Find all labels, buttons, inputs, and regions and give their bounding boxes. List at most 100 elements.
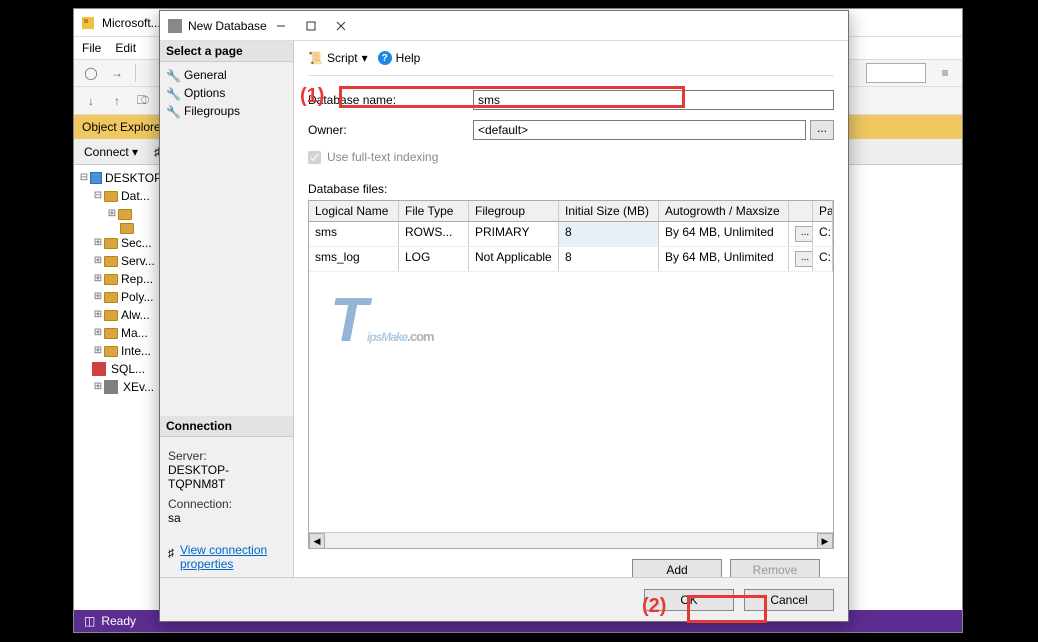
col-autogrowth[interactable]: Autogrowth / Maxsize — [659, 201, 789, 221]
cell-name[interactable]: sms — [309, 222, 399, 246]
grid-horizontal-scrollbar[interactable]: ◀ ▶ — [309, 532, 833, 548]
server-icon — [90, 172, 102, 184]
dialog-left-panel: Select a page 🔧General 🔧Options 🔧Filegro… — [160, 41, 294, 577]
dbname-input[interactable] — [473, 90, 834, 110]
folder-icon — [104, 310, 118, 321]
sql-agent-icon — [92, 362, 108, 376]
object-explorer-label: Object Explorer — [82, 120, 165, 134]
col-path[interactable]: Pa — [813, 201, 833, 221]
main-title: Microsoft... — [102, 16, 161, 30]
help-button[interactable]: ? Help — [378, 51, 421, 65]
select-page-header: Select a page — [160, 41, 293, 62]
status-text: Ready — [101, 614, 136, 628]
tree-toggle-icon[interactable]: ⊞ — [92, 324, 104, 342]
toolbar-forward-button[interactable]: → — [106, 62, 128, 84]
page-options[interactable]: 🔧Options — [166, 84, 287, 102]
cell-autogrowth: By 64 MB, Unlimited — [659, 222, 789, 246]
toolbar-back-button[interactable]: ◯ — [80, 62, 102, 84]
database-files-grid: Logical Name File Type Filegroup Initial… — [308, 200, 834, 549]
col-file-type[interactable]: File Type — [399, 201, 469, 221]
owner-input[interactable] — [473, 120, 806, 140]
connection-value: sa — [168, 511, 285, 525]
script-button[interactable]: 📜 Script ▾ — [308, 51, 368, 65]
col-initial-size[interactable]: Initial Size (MB) — [559, 201, 659, 221]
connection-label: Connection: — [168, 497, 285, 511]
cell-size[interactable]: 8 — [559, 247, 659, 271]
folder-icon — [104, 346, 118, 357]
tree-toggle-icon[interactable]: ⊟ — [92, 187, 104, 205]
grid-row[interactable]: sms ROWS... PRIMARY 8 By 64 MB, Unlimite… — [309, 222, 833, 247]
dialog-close-button[interactable] — [327, 16, 355, 36]
cell-filegroup: Not Applicable — [469, 247, 559, 271]
folder-icon — [118, 209, 132, 220]
cell-filegroup[interactable]: PRIMARY — [469, 222, 559, 246]
scroll-left-button[interactable]: ◀ — [309, 533, 325, 549]
dialog-title: New Database — [188, 19, 267, 33]
tree-toggle-icon[interactable]: ⊞ — [106, 205, 118, 223]
annotation-label-1: (1) — [300, 85, 324, 108]
dialog-titlebar: New Database — [160, 11, 848, 41]
wrench-icon: 🔧 — [166, 105, 178, 117]
scroll-track[interactable] — [325, 533, 817, 548]
autogrowth-edit-button[interactable]: ... — [795, 226, 813, 242]
grid-header: Logical Name File Type Filegroup Initial… — [309, 201, 833, 222]
owner-label: Owner: — [308, 123, 473, 137]
chevron-down-icon: ▾ — [362, 51, 368, 65]
tree-toggle-icon[interactable]: ⊞ — [92, 288, 104, 306]
col-logical-name[interactable]: Logical Name — [309, 201, 399, 221]
folder-icon — [104, 191, 118, 202]
toolbar2-btn1[interactable]: ↓ — [80, 90, 102, 112]
tree-toggle-icon[interactable]: ⊞ — [92, 306, 104, 324]
cell-type: ROWS... — [399, 222, 469, 246]
script-icon: 📜 — [308, 51, 323, 65]
tree-toggle-icon[interactable]: ⊞ — [92, 252, 104, 270]
col-btn — [789, 201, 813, 221]
dialog-maximize-button[interactable] — [297, 16, 325, 36]
grid-empty-area — [309, 272, 833, 532]
fulltext-label: Use full-text indexing — [327, 150, 438, 164]
folder-icon — [120, 223, 134, 234]
dialog-minimize-button[interactable] — [267, 16, 295, 36]
connect-button[interactable]: Connect ▾ — [78, 143, 144, 161]
cancel-button[interactable]: Cancel — [744, 589, 834, 611]
wrench-icon: 🔧 — [166, 69, 178, 81]
cell-path: C: — [813, 247, 833, 271]
tree-toggle-icon[interactable]: ⊞ — [92, 342, 104, 360]
owner-browse-button[interactable]: ... — [810, 120, 834, 140]
toolbar-separator — [135, 64, 136, 82]
scroll-right-button[interactable]: ▶ — [817, 533, 833, 549]
tree-toggle-icon[interactable]: ⊟ — [78, 169, 90, 187]
script-help-bar: 📜 Script ▾ ? Help — [308, 51, 834, 76]
folder-icon — [104, 292, 118, 303]
menu-edit[interactable]: Edit — [115, 41, 136, 55]
new-database-dialog: New Database Select a page 🔧General 🔧Opt… — [159, 10, 849, 622]
autogrowth-edit-button[interactable]: ... — [795, 251, 813, 267]
annotation-label-2: (2) — [642, 595, 666, 618]
page-general[interactable]: 🔧General — [166, 66, 287, 84]
dialog-footer: OK Cancel — [160, 577, 848, 621]
wrench-icon: 🔧 — [166, 87, 178, 99]
folder-icon — [104, 256, 118, 267]
cell-path: C: — [813, 222, 833, 246]
cell-name[interactable]: sms_log — [309, 247, 399, 271]
page-filegroups[interactable]: 🔧Filegroups — [166, 102, 287, 120]
connection-properties-icon: ♯ — [168, 546, 174, 560]
toolbar2-btn3[interactable]: ⎄ — [132, 90, 154, 112]
view-connection-properties-link[interactable]: View connection properties — [180, 543, 285, 571]
tree-toggle-icon[interactable]: ⊞ — [92, 234, 104, 252]
cell-size[interactable]: 8 — [559, 222, 659, 246]
grid-row[interactable]: sms_log LOG Not Applicable 8 By 64 MB, U… — [309, 247, 833, 272]
tree-toggle-icon[interactable]: ⊞ — [92, 378, 104, 396]
tree-toggle-icon[interactable]: ⊞ — [92, 270, 104, 288]
toolbar-list-button[interactable]: ≡ — [934, 62, 956, 84]
server-label: Server: — [168, 449, 285, 463]
status-icon: ◫ — [84, 614, 95, 628]
menu-file[interactable]: File — [82, 41, 101, 55]
col-filegroup[interactable]: Filegroup — [469, 201, 559, 221]
cell-type: LOG — [399, 247, 469, 271]
toolbar-dropdown[interactable] — [866, 63, 926, 83]
help-icon: ? — [378, 51, 392, 65]
database-files-label: Database files: — [308, 182, 834, 196]
toolbar2-btn2[interactable]: ↑ — [106, 90, 128, 112]
ssms-app-icon — [80, 15, 96, 31]
